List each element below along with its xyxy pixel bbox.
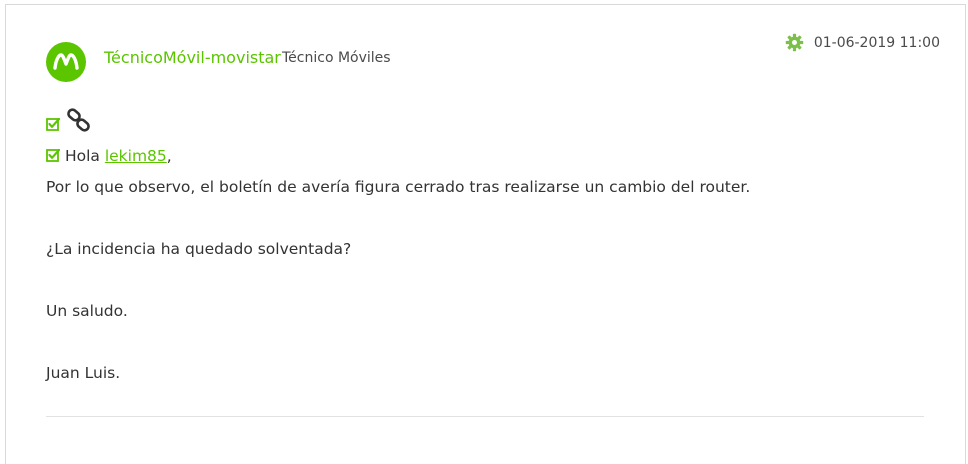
checkbox-checked-icon[interactable] <box>46 148 60 162</box>
gear-icon[interactable] <box>785 33 804 52</box>
paragraph: Un saludo. <box>46 302 128 320</box>
greeting-punctuation: , <box>166 147 172 165</box>
post-meta: 01-06-2019 11:00 <box>785 33 940 52</box>
avatar[interactable] <box>46 42 86 82</box>
post-container <box>5 4 966 464</box>
greeting-line: Hola lekim85, <box>46 147 172 165</box>
paragraph: Por lo que observo, el boletín de avería… <box>46 178 751 196</box>
checkbox-checked-icon[interactable] <box>46 117 60 131</box>
author-role: Técnico Móviles <box>282 50 391 66</box>
paragraph: ¿La incidencia ha quedado solventada? <box>46 240 352 258</box>
link-chain-icon[interactable] <box>66 108 92 134</box>
post-timestamp: 01-06-2019 11:00 <box>813 34 940 51</box>
greeting-text: Hola <box>64 147 105 165</box>
post-tools <box>46 108 92 134</box>
divider <box>46 416 924 417</box>
author-link[interactable]: TécnicoMóvil-movistar <box>104 48 281 67</box>
signature: Juan Luis. <box>46 364 121 382</box>
movistar-logo-icon <box>53 53 79 70</box>
user-mention-link[interactable]: lekim85 <box>105 147 167 165</box>
